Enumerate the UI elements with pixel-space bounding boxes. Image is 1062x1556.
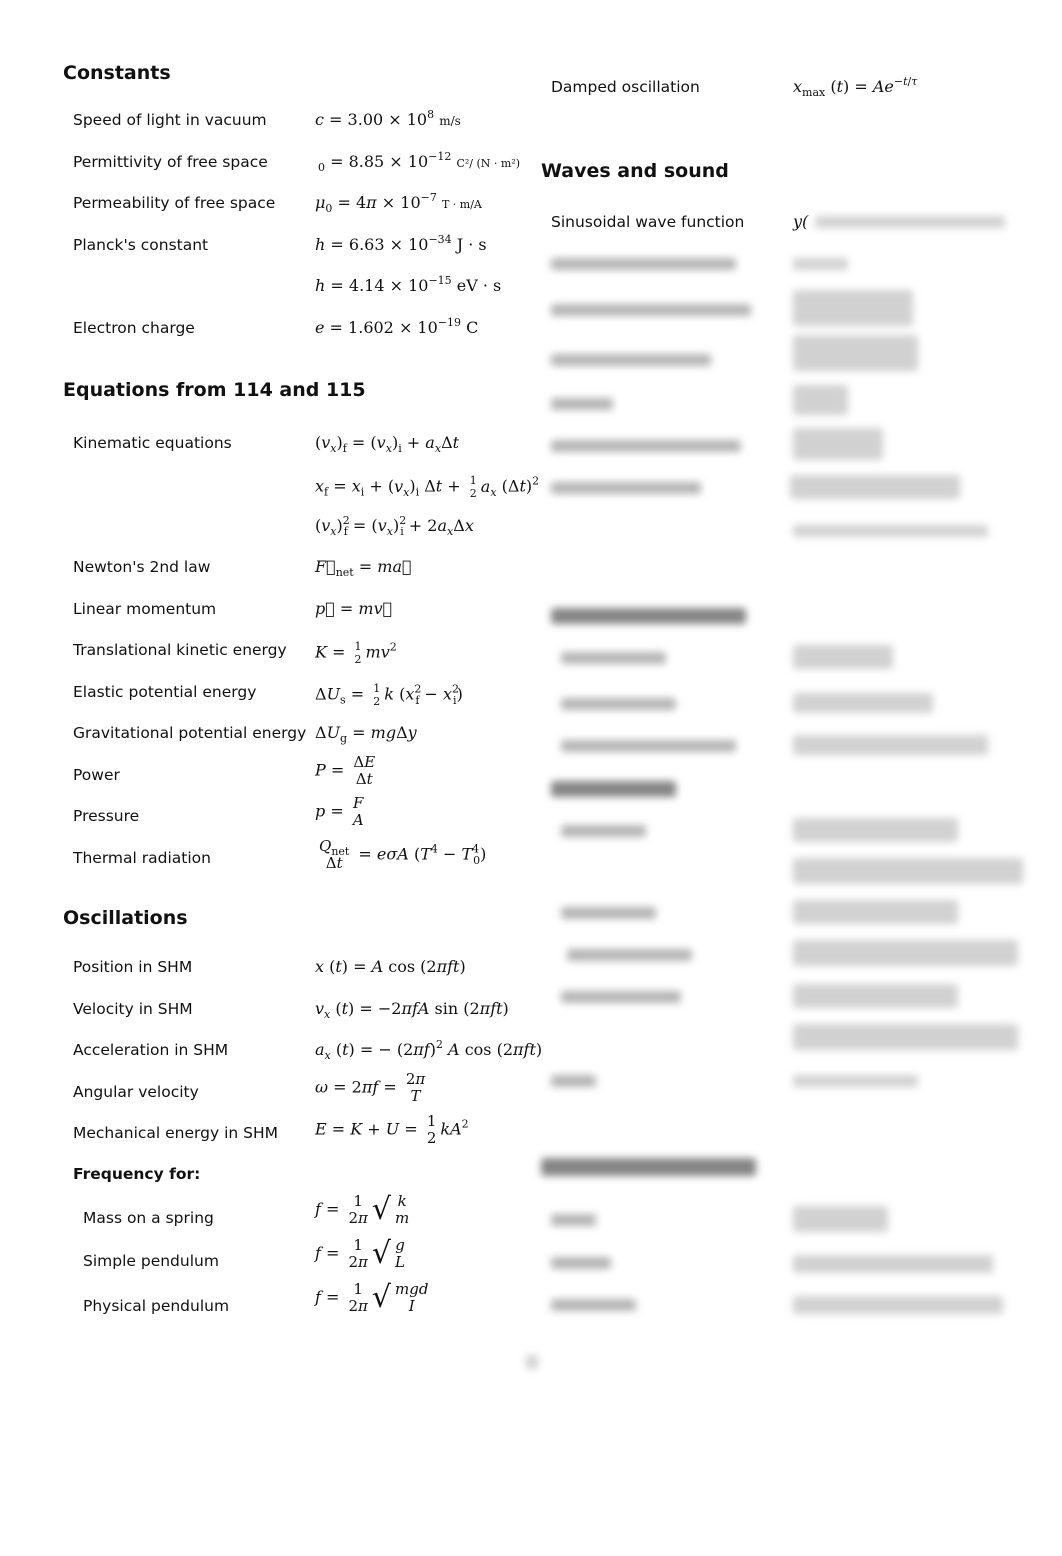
frequency-label: Physical pendulum — [83, 1297, 230, 1315]
oscillation-equation: ax (t) = − (2πf)2 A cos (2πft) — [315, 1038, 543, 1062]
oscillation-label: Mechanical energy in SHM — [73, 1124, 278, 1142]
frequency-equation: f = 1 2π √ k m — [315, 1192, 410, 1227]
equation-prefix: y( — [793, 212, 809, 231]
equation-label: Pressure — [73, 807, 140, 825]
blurred-equation — [793, 1255, 993, 1273]
blurred-label — [561, 991, 681, 1003]
frequency-label: Simple pendulum — [83, 1252, 219, 1270]
blurred-equation — [793, 258, 848, 270]
blurred-label — [561, 698, 676, 710]
blurred-equation — [793, 900, 958, 924]
blurred-label — [561, 907, 656, 919]
blurred-equation — [793, 290, 913, 326]
blurred-equation — [793, 385, 848, 415]
blurred-label — [551, 304, 751, 316]
oscillation-label: Position in SHM — [73, 958, 193, 976]
blurred-equation — [790, 475, 960, 499]
blurred-equation — [815, 216, 1005, 228]
constant-label: Speed of light in vacuum — [73, 111, 267, 129]
oscillation-equation: x (t) = A cos (2πft) — [315, 957, 466, 976]
blurred-equation — [793, 735, 988, 755]
blurred-equation — [793, 525, 988, 537]
oscillation-equation: E = K + U = 1 2 kA2 — [315, 1112, 469, 1147]
equation: xf = xi + (vx)i Δt + 1 2 ax (Δt)2 — [315, 474, 540, 500]
blurred-label — [561, 652, 666, 664]
blurred-label — [551, 1075, 596, 1087]
constant-equation: h = 6.63 × 10−34 J · s — [315, 233, 487, 254]
equation-label: Gravitational potential energy — [73, 724, 307, 742]
constant-equation: μ0 = 4π × 10−7 T · m/A — [315, 191, 482, 215]
constant-label: Electron charge — [73, 319, 195, 337]
blurred-page-number — [526, 1355, 538, 1369]
blurred-label — [551, 440, 741, 452]
section-title-equations: Equations from 114 and 115 — [63, 379, 366, 401]
blurred-label — [551, 1214, 596, 1226]
oscillation-equation: ω = 2πf = 2π T — [315, 1070, 426, 1105]
equation: F⃗net = ma⃗ — [315, 557, 412, 579]
oscillation-label: Velocity in SHM — [73, 1000, 193, 1018]
section-title-constants: Constants — [63, 62, 171, 84]
blurred-equation — [793, 858, 1023, 884]
blurred-label — [551, 398, 613, 410]
constant-label: Planck's constant — [73, 236, 209, 254]
blurred-label — [561, 825, 646, 837]
damped-oscillation-label: Damped oscillation — [551, 78, 700, 96]
sinusoidal-wave-equation-prefix: y( — [793, 212, 808, 232]
blurred-equation — [793, 335, 918, 371]
blurred-equation — [793, 1075, 918, 1087]
constant-label: Permittivity of free space — [73, 153, 268, 171]
section-title-waves: Waves and sound — [541, 160, 729, 182]
blurred-heading — [551, 781, 676, 797]
equation-label: Power — [73, 766, 120, 784]
constant-label: Permeability of free space — [73, 194, 276, 212]
frequency-label: Mass on a spring — [83, 1209, 214, 1227]
blurred-heading — [551, 608, 746, 624]
equation: p = FA — [315, 794, 364, 829]
section-title-oscillations: Oscillations — [63, 907, 188, 929]
damped-oscillation-equation: xmax (t) = Ae−t/τ — [793, 75, 918, 99]
blurred-heading — [541, 1158, 756, 1176]
constant-equation: e = 1.602 × 10−19 C — [315, 316, 479, 337]
equation: ΔUg = mgΔy — [315, 723, 417, 745]
equation-label: Kinematic equations — [73, 434, 232, 452]
oscillation-label: Angular velocity — [73, 1083, 199, 1101]
blurred-equation — [793, 693, 933, 713]
constant-equation: c = 3.00 × 108 m/s — [315, 108, 461, 129]
constant-equation: h = 4.14 × 10−15 eV · s — [315, 274, 502, 295]
frequency-heading: Frequency for: — [73, 1165, 201, 1183]
equation: (vx)2f = (vx)2i + 2axΔx — [315, 514, 474, 538]
blurred-label — [567, 949, 692, 961]
equation-label: Thermal radiation — [73, 849, 211, 867]
oscillation-equation: vx (t) = −2πfA sin (2πft) — [315, 999, 509, 1021]
blurred-equation — [793, 1024, 1018, 1050]
constant-equation: 0 = 8.85 × 10−12 C²/ (N · m²) — [318, 150, 521, 174]
blurred-equation — [793, 1206, 888, 1232]
equation-label: Translational kinetic energy — [73, 641, 287, 659]
blurred-equation — [793, 1296, 1003, 1314]
equation: (vx)f = (vx)i + axΔt — [315, 433, 460, 455]
equation-label: Elastic potential energy — [73, 683, 257, 701]
equation-label: Newton's 2nd law — [73, 558, 211, 576]
equation: p⃗ = mv⃗ — [315, 599, 393, 618]
equation: Qnet Δt = eσA (T4 − T40) — [319, 837, 487, 872]
blurred-equation — [793, 940, 1018, 966]
blurred-label — [551, 258, 736, 270]
oscillation-label: Acceleration in SHM — [73, 1041, 229, 1059]
blurred-equation — [793, 428, 883, 460]
blurred-label — [551, 354, 711, 366]
blurred-label — [551, 1299, 636, 1311]
blurred-equation — [793, 984, 958, 1008]
equation: P = ΔE Δt — [315, 753, 376, 788]
frequency-equation: f = 1 2π √ mgd I — [315, 1280, 429, 1315]
blurred-label — [551, 482, 701, 494]
frequency-equation: f = 1 2π √ g L — [315, 1236, 405, 1271]
equation-label: Linear momentum — [73, 600, 217, 618]
equation: ΔUs = 12k (x2f − x2i) — [315, 682, 463, 708]
blurred-label — [551, 1257, 611, 1269]
sinusoidal-wave-label: Sinusoidal wave function — [551, 213, 745, 231]
blurred-equation — [793, 818, 958, 842]
blurred-equation — [793, 645, 893, 669]
blurred-label — [561, 740, 736, 752]
equation: K = 1 2 mv2 — [315, 640, 397, 666]
